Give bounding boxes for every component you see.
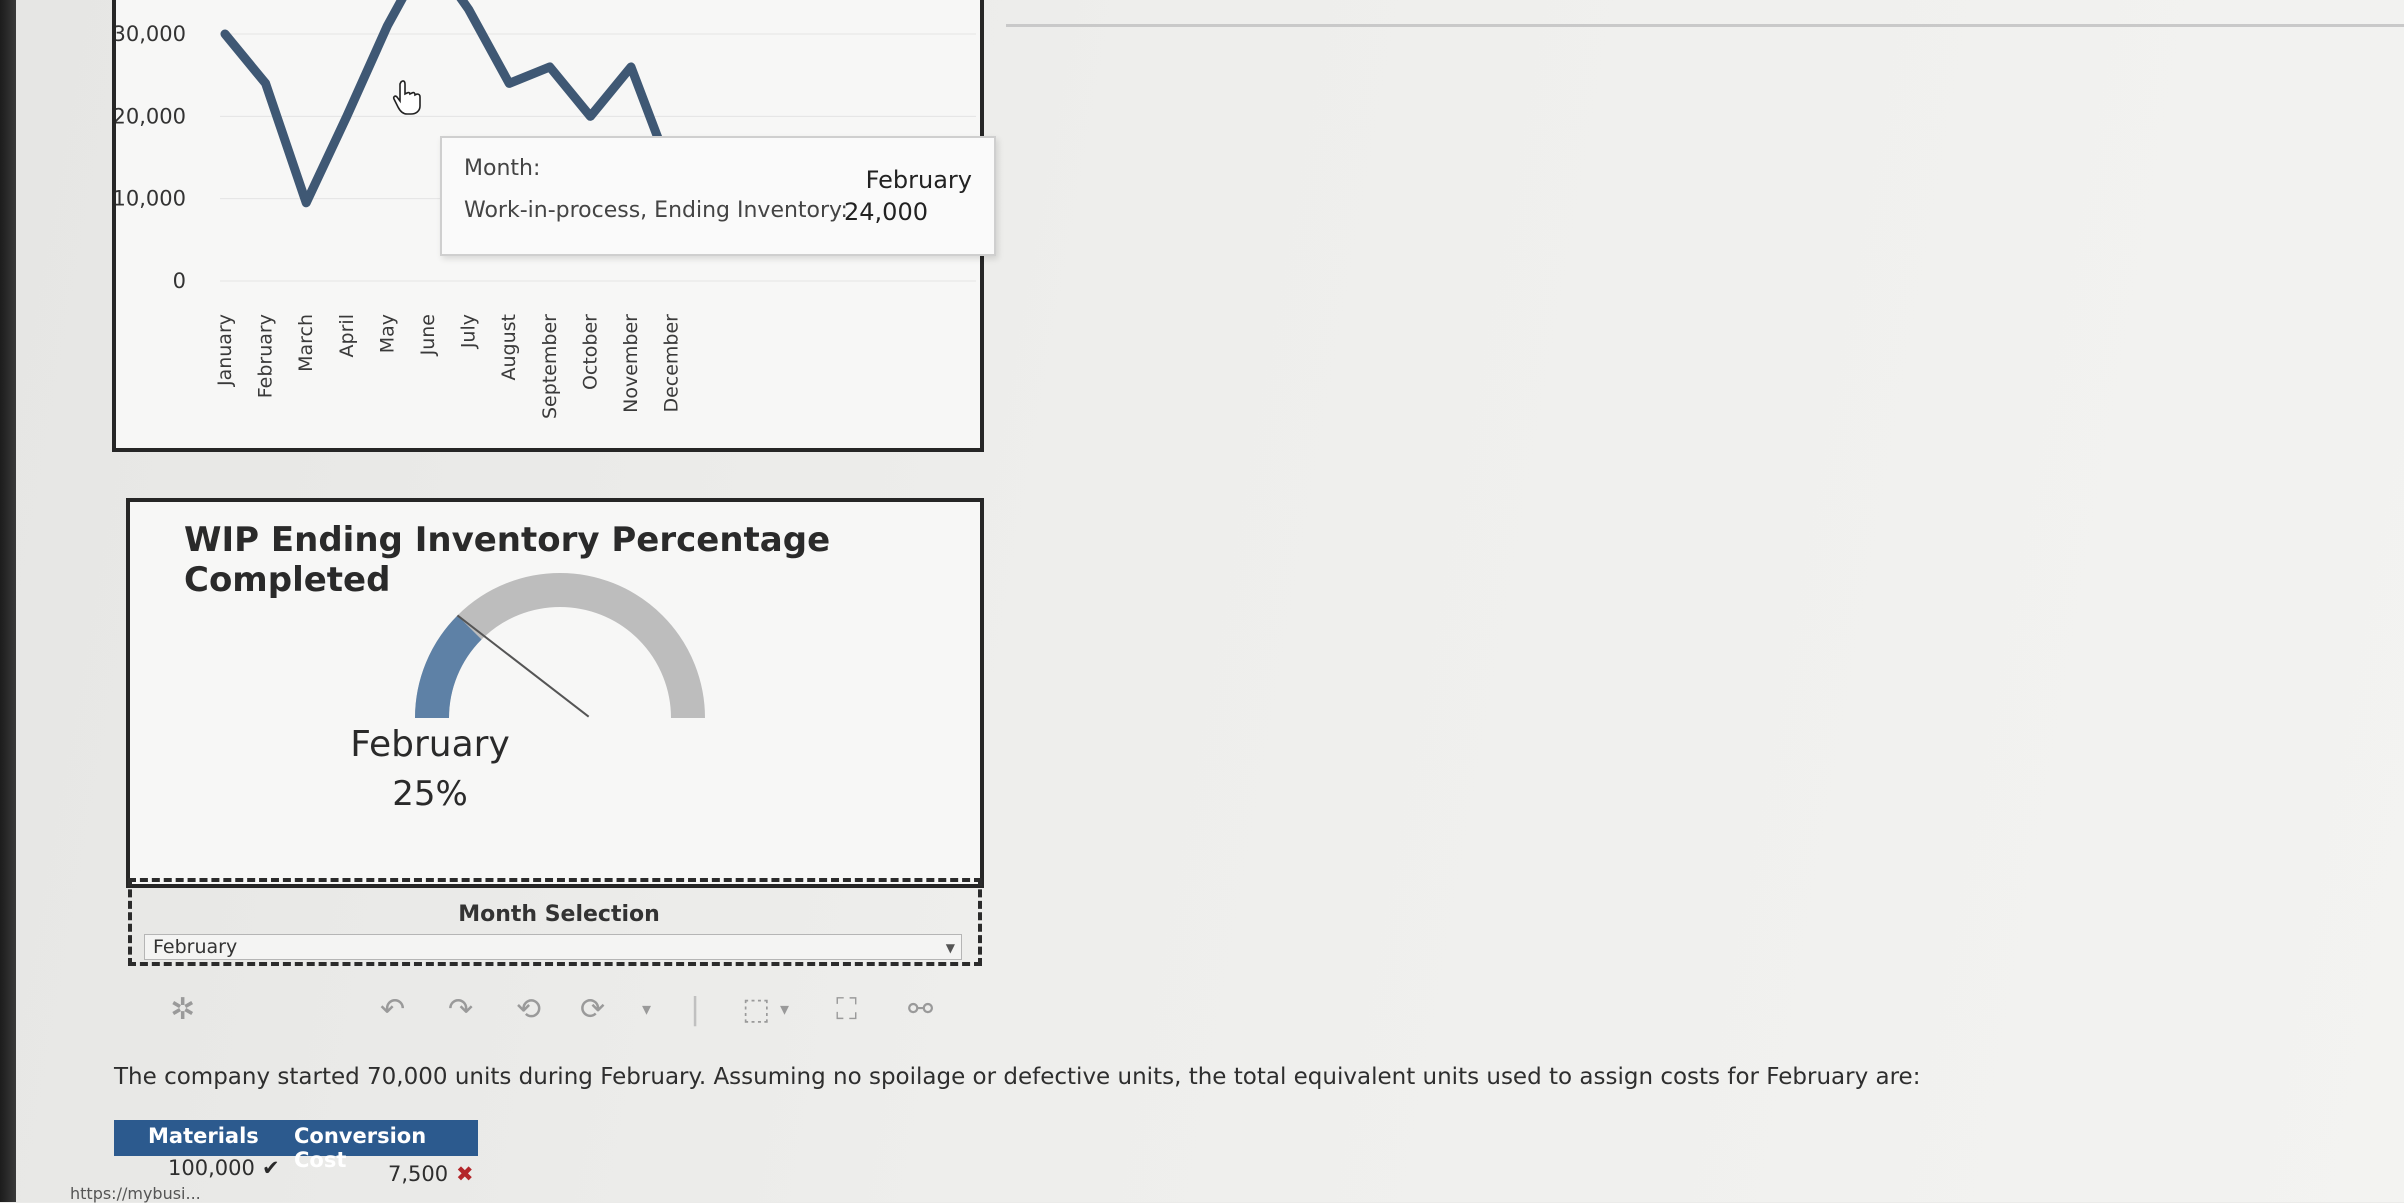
tooltip-month-label: Month: — [464, 156, 541, 181]
data-point-july[interactable] — [463, 3, 475, 15]
gauge-fill — [415, 615, 482, 719]
x-tick-label: July — [458, 314, 480, 349]
gauge-month-label: February — [350, 724, 510, 765]
gauge-percent-label: 25% — [392, 774, 468, 814]
data-point-april[interactable] — [341, 110, 353, 122]
tooltip-month-value: February — [865, 166, 972, 194]
refresh-icon[interactable]: ⟳ — [580, 990, 605, 1030]
chevron-down-icon: ▼ — [945, 941, 955, 955]
redo-icon[interactable]: ↷ — [448, 990, 473, 1030]
status-url: https://mybusi... — [70, 1184, 201, 1203]
y-tick-label: 10,000 — [116, 187, 186, 211]
x-tick-label: November — [620, 314, 642, 413]
check-icon: ✔ — [262, 1156, 280, 1180]
data-point-november[interactable] — [625, 61, 637, 73]
x-tick-label: December — [661, 314, 683, 413]
revert-icon[interactable]: ⟲ — [516, 990, 541, 1030]
fullscreen-icon[interactable]: ⛶ — [836, 990, 857, 1030]
cross-icon: ✖ — [456, 1162, 474, 1186]
answer-table-header: Materials Conversion Cost — [114, 1120, 478, 1172]
month-selection-label: Month Selection — [458, 902, 660, 927]
data-point-august[interactable] — [503, 77, 515, 89]
wip-ending-inventory-line-chart: 30,000 20,000 10,000 0 January February March A… — [112, 0, 996, 452]
y-tick-label: 20,000 — [116, 104, 186, 128]
chevron-down-icon[interactable]: ▾ — [780, 990, 789, 1030]
x-tick-label: February — [255, 314, 277, 398]
gauge-svg — [415, 573, 705, 719]
gauge-track — [415, 573, 705, 719]
x-tick-label: June — [417, 314, 439, 356]
data-point-february[interactable] — [260, 77, 272, 89]
conversion-cost-header: Conversion Cost — [294, 1124, 427, 1172]
monitor-bezel — [0, 0, 16, 1202]
hand-cursor-icon — [392, 80, 421, 115]
gear-icon[interactable]: ✲ — [170, 990, 195, 1030]
device-preview-icon[interactable]: ⬚ — [742, 990, 770, 1030]
tooltip-wip-value: 24,000 — [844, 198, 928, 226]
chart-tooltip: Month: February Work-in-process, Ending … — [440, 136, 996, 256]
data-point-september[interactable] — [544, 61, 556, 73]
chevron-down-icon[interactable]: ▾ — [642, 990, 651, 1030]
x-tick-label: October — [579, 314, 601, 390]
y-tick-label: 30,000 — [116, 22, 186, 46]
undo-icon[interactable]: ↶ — [380, 990, 405, 1030]
dashboard-toolbar: ✲ ↶ ↷ ⟲ ⟳ ▾ | ⬚ ▾ ⛶ ⚯ — [160, 990, 960, 1040]
x-tick-label: January — [214, 314, 236, 387]
month-selection-filter: Month Selection February ▼ — [128, 878, 982, 966]
materials-answer: 100,000 — [168, 1156, 255, 1180]
y-tick-label: 0 — [173, 269, 186, 293]
divider — [1006, 0, 2404, 27]
tooltip-wip-label: Work-in-process, Ending Inventory: — [464, 198, 848, 223]
x-tick-label: April — [336, 314, 358, 357]
share-icon[interactable]: ⚯ — [908, 990, 933, 1030]
materials-header: Materials — [148, 1124, 259, 1148]
month-select-dropdown[interactable]: February ▼ — [144, 934, 962, 960]
data-point-march[interactable] — [300, 197, 312, 209]
conversion-answer: 7,500 — [388, 1162, 449, 1186]
separator: | — [690, 992, 701, 1027]
data-point-october[interactable] — [584, 110, 596, 122]
gauge-needle — [456, 614, 590, 718]
data-point-may[interactable] — [381, 20, 393, 32]
wip-percentage-gauge-panel: WIP Ending Inventory Percentage Complete… — [126, 498, 984, 888]
data-point-january[interactable] — [219, 28, 231, 40]
x-tick-label: March — [295, 314, 317, 372]
question-text: The company started 70,000 units during … — [114, 1064, 1921, 1090]
x-tick-label: May — [376, 314, 398, 353]
x-tick-label: September — [539, 314, 561, 419]
x-tick-label: August — [498, 314, 520, 381]
month-select-value: February — [153, 936, 238, 958]
